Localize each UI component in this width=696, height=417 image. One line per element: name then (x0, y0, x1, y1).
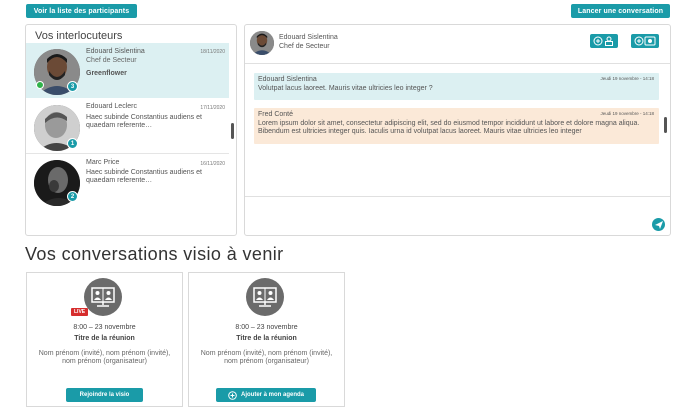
contact-date: 17/11/2020 (200, 105, 225, 111)
contacts-panel: Vos interlocuteurs 3 Edouard Sislentina … (25, 24, 237, 236)
meeting-time: 8:00 – 23 novembre (235, 324, 298, 331)
add-to-agenda-button[interactable]: Ajouter à mon agenda (216, 388, 316, 402)
section-title: Vos conversations visio à venir (25, 244, 284, 264)
contact-item[interactable]: 3 Edouard Sislentina 18/11/2020 Chef de … (26, 43, 229, 98)
meeting-participants: Nom prénom (invité), nom prénom (invité)… (200, 350, 333, 365)
video-call-icon (634, 36, 656, 46)
chat-message: Edouard Sislentina Jeudi 19 novembre - 1… (254, 73, 659, 100)
join-video-label: Rejoindre la visio (79, 392, 130, 398)
chat-panel: Edouard Sislentina Chef de Secteur Edoua… (244, 24, 671, 236)
contact-name: Edouard Sislentina (86, 48, 145, 55)
send-button[interactable] (652, 218, 665, 231)
message-text: Lorem ipsum dolor sit amet, consectetur … (258, 120, 640, 135)
meeting-title: Titre de la réunion (236, 335, 297, 342)
contacts-title: Vos interlocuteurs (35, 30, 123, 42)
video-conference-icon (246, 278, 284, 316)
contact-date: 16/11/2020 (200, 161, 225, 167)
send-icon (654, 220, 663, 229)
message-input[interactable] (249, 199, 644, 231)
online-status-icon (36, 81, 44, 89)
chat-contact-role: Chef de Secteur (279, 43, 330, 50)
add-circle-icon (228, 390, 237, 400)
meeting-card: 8:00 – 23 novembre Titre de la réunion N… (188, 272, 345, 407)
chat-header-divider (245, 63, 670, 64)
contact-role: Chef de Secteur (86, 57, 137, 64)
chat-avatar (250, 31, 274, 55)
contact-item[interactable]: 1 Edouard Leclerc 17/11/2020 Haec subind… (26, 99, 229, 154)
unread-count-badge: 3 (67, 81, 78, 92)
contact-last-message: Haec subinde Constantius audiens et quae… (86, 169, 202, 184)
meeting-time: 8:00 – 23 novembre (73, 324, 136, 331)
add-user-icon (593, 36, 613, 46)
chat-contact-name: Edouard Sislentina (279, 34, 338, 41)
message-text: Volutpat lacus laoreet. Mauris vitae ult… (258, 85, 433, 92)
contact-name: Edouard Leclerc (86, 103, 137, 110)
meeting-title: Titre de la réunion (74, 335, 135, 342)
meeting-card: LIVE 8:00 – 23 novembre Titre de la réun… (26, 272, 183, 407)
video-conference-icon (84, 278, 122, 316)
meeting-participants: Nom prénom (invité), nom prénom (invité)… (38, 350, 171, 365)
message-time: Jeudi 19 novembre - 14:18 (600, 76, 654, 81)
join-video-button[interactable]: Rejoindre la visio (66, 388, 143, 402)
message-author: Fred Conté (258, 111, 294, 118)
contact-name: Marc Price (86, 159, 120, 166)
contact-item[interactable]: 2 Marc Price 16/11/2020 Haec subinde Con… (26, 154, 229, 209)
contact-date: 18/11/2020 (200, 49, 225, 55)
message-author: Edouard Sislentina (258, 76, 317, 83)
add-participant-button[interactable] (590, 34, 618, 48)
message-time: Jeudi 19 novembre - 14:18 (600, 111, 654, 116)
scrollbar[interactable] (231, 123, 234, 139)
chat-input-divider (245, 196, 670, 197)
participants-list-button[interactable]: Voir la liste des participants (26, 4, 137, 18)
chat-message: Fred Conté Jeudi 19 novembre - 14:18 Lor… (254, 108, 659, 144)
contact-last-message: Haec subinde Constantius audiens et quae… (86, 114, 202, 129)
start-video-call-button[interactable] (631, 34, 659, 48)
contact-company: Greenflower (86, 70, 127, 77)
unread-count-badge: 1 (67, 138, 78, 149)
chat-scrollbar[interactable] (664, 117, 667, 133)
unread-count-badge: 2 (67, 191, 78, 202)
add-to-agenda-label: Ajouter à mon agenda (240, 392, 304, 398)
live-badge: LIVE (71, 308, 89, 316)
new-conversation-button[interactable]: Lancer une conversation (571, 4, 670, 18)
